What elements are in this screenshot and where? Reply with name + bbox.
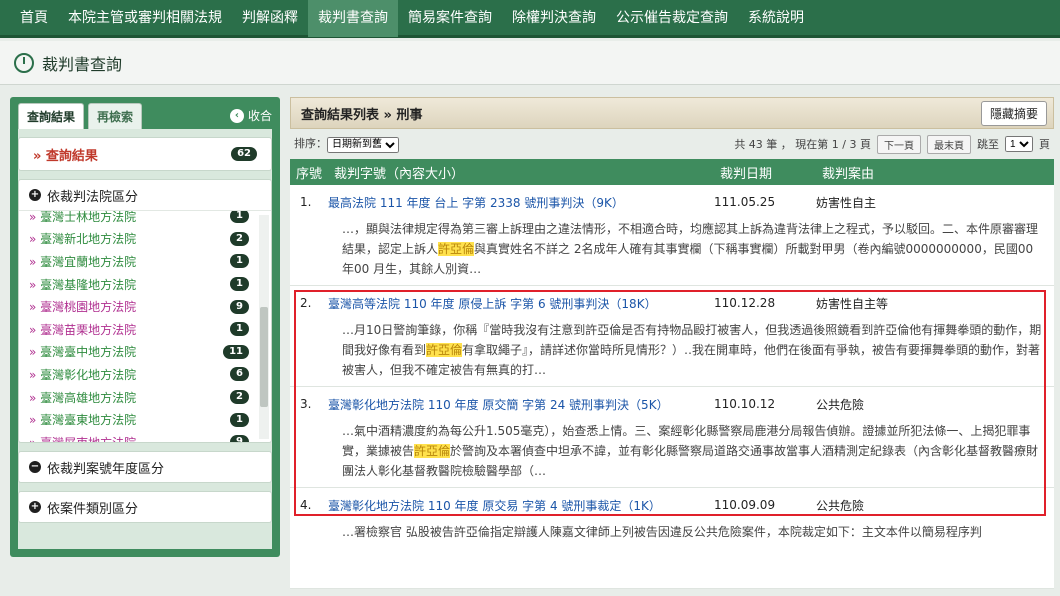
count-badge: 9 xyxy=(230,299,249,314)
nav-item[interactable]: 裁判書查詢 xyxy=(308,0,398,37)
count-badge: 1 xyxy=(230,412,249,427)
tab-results[interactable]: 查詢結果 xyxy=(18,103,85,129)
table-row: 2. 臺灣高等法院 110 年度 原侵上訴 字第 6 號刑事判決（18K） 110.… xyxy=(290,286,1054,387)
court-item[interactable]: 臺灣新北地方法院2 xyxy=(29,228,249,251)
judgment-link[interactable]: 臺灣彰化地方法院 110 年度 原交易 字第 4 號刑事裁定（1K） xyxy=(328,497,714,514)
court-list: 臺灣士林地方法院1臺灣新北地方法院2臺灣宜蘭地方法院1臺灣基隆地方法院1臺灣桃園… xyxy=(19,210,271,442)
sort-select[interactable]: 日期新到舊 xyxy=(327,136,399,153)
minus-icon: − xyxy=(29,461,41,473)
nav-item[interactable]: 簡易案件查詢 xyxy=(398,0,502,37)
next-page-button[interactable]: 下一頁 xyxy=(877,134,921,154)
nav-item[interactable]: 首頁 xyxy=(10,0,58,37)
query-results-link[interactable]: » 查詢結果 62 xyxy=(18,137,272,171)
scrollbar[interactable] xyxy=(259,215,269,439)
page-select[interactable]: 1 xyxy=(1005,136,1033,152)
summary-snippet: …月10日警詢筆錄，你稱『當時我沒有注意到許亞倫是否有持物品毆打被害人，但我透過… xyxy=(342,323,1042,377)
summary-snippet: …署檢察官 弘股被告許亞倫指定辯護人陳嘉文律師上列被告因違反公共危險案件，本院裁… xyxy=(342,525,982,539)
court-item[interactable]: 臺灣臺東地方法院1 xyxy=(29,408,249,431)
results-table: 序號 裁判字號（內容大小） 裁判日期 裁判案由 xyxy=(290,159,1054,185)
court-item[interactable]: 臺灣臺中地方法院11 xyxy=(29,341,249,364)
court-item[interactable]: 臺灣基隆地方法院1 xyxy=(29,273,249,296)
nav-item[interactable]: 除權判決查詢 xyxy=(502,0,606,37)
plus-icon: + xyxy=(29,189,41,201)
summary-snippet: …，顯與法律規定得為第三審上訴理由之違法情形，不相適合時，均應認其上訴為違背法律… xyxy=(342,222,1039,276)
page-title: 裁判書查詢 xyxy=(42,54,123,74)
records-list: 1. 最高法院 111 年度 台上 字第 2338 號刑事判決（9K） 111.05… xyxy=(290,185,1054,589)
nav-item[interactable]: 系統說明 xyxy=(738,0,814,37)
court-item[interactable]: 臺灣屏東地方法院9 xyxy=(29,431,249,442)
table-row: 1. 最高法院 111 年度 台上 字第 2338 號刑事判決（9K） 111.05… xyxy=(290,185,1054,286)
court-item[interactable]: 臺灣彰化地方法院6 xyxy=(29,363,249,386)
count-badge: 9 xyxy=(230,435,249,442)
court-item[interactable]: 臺灣高雄地方法院2 xyxy=(29,386,249,409)
clock-icon xyxy=(14,52,34,73)
year-group: − 依裁判案號年度區分 xyxy=(18,451,272,483)
nav-item[interactable]: 本院主管或審判相關法規 xyxy=(58,0,232,37)
type-group-header[interactable]: + 依案件類別區分 xyxy=(19,492,271,522)
count-badge: 11 xyxy=(223,344,249,359)
plus-icon: + xyxy=(29,501,41,513)
status-text: 共 43 筆 ， 現在第 1 / 3 頁 xyxy=(734,138,871,151)
count-badge: 1 xyxy=(230,211,249,224)
nav-item[interactable]: 公示催告裁定查詢 xyxy=(606,0,738,37)
count-badge: 1 xyxy=(230,322,249,337)
controls: 排序： 日期新到舊 共 43 筆 ， 現在第 1 / 3 頁 下一頁 最末頁 跳至… xyxy=(290,129,1054,159)
nav-item[interactable]: 判解函釋 xyxy=(232,0,308,37)
judgment-link[interactable]: 臺灣彰化地方法院 110 年度 原交簡 字第 24 號刑事判決（5K） xyxy=(328,396,714,413)
judgment-link[interactable]: 最高法院 111 年度 台上 字第 2338 號刑事判決（9K） xyxy=(328,194,714,211)
results-count-badge: 62 xyxy=(231,147,257,161)
count-badge: 1 xyxy=(230,277,249,292)
count-badge: 2 xyxy=(230,231,249,246)
count-badge: 6 xyxy=(230,367,249,382)
last-page-button[interactable]: 最末頁 xyxy=(927,134,971,154)
judgment-link[interactable]: 臺灣高等法院 110 年度 原侵上訴 字第 6 號刑事判決（18K） xyxy=(328,295,714,312)
summary-snippet: …氣中酒精濃度約為每公升1.505毫克），始查悉上情。三、案經彰化縣警察局鹿港分… xyxy=(342,424,1039,478)
chevron-left-icon: ‹ xyxy=(229,108,244,123)
left-panel: 查詢結果 再檢索 ‹ 收合 » 查詢結果 62 +依裁判法院區分 臺灣士林地方法… xyxy=(10,97,280,557)
table-row: 3. 臺灣彰化地方法院 110 年度 原交簡 字第 24 號刑事判決（5K） 110… xyxy=(290,387,1054,488)
court-item[interactable]: 臺灣桃園地方法院9 xyxy=(29,295,249,318)
court-group-header[interactable]: + 依裁判法院區分 xyxy=(19,180,271,210)
tab-research[interactable]: 再檢索 xyxy=(88,103,143,129)
court-item[interactable]: 臺灣士林地方法院1 xyxy=(29,211,249,228)
results-bar: 查詢結果列表 » 刑事 隱藏摘要 xyxy=(290,97,1054,129)
page-header: 裁判書查詢 xyxy=(0,41,1060,85)
court-item[interactable]: 臺灣苗栗地方法院1 xyxy=(29,318,249,341)
court-group: +依裁判法院區分 臺灣士林地方法院1臺灣新北地方法院2臺灣宜蘭地方法院1臺灣基隆… xyxy=(18,179,272,443)
count-badge: 2 xyxy=(230,390,249,405)
collapse-button[interactable]: ‹ 收合 xyxy=(229,107,272,124)
count-badge: 1 xyxy=(230,254,249,269)
type-group: + 依案件類別區分 xyxy=(18,491,272,523)
hide-summary-button[interactable]: 隱藏摘要 xyxy=(980,100,1047,126)
top-nav: 首頁 本院主管或審判相關法規 判解函釋 裁判書查詢 簡易案件查詢 除權判決查詢 公示催告裁定… xyxy=(0,0,1060,38)
court-item[interactable]: 臺灣宜蘭地方法院1 xyxy=(29,250,249,273)
table-row: 4. 臺灣彰化地方法院 110 年度 原交易 字第 4 號刑事裁定（1K） 110.… xyxy=(290,488,1054,589)
results-title: 查詢結果列表 » 刑事 xyxy=(301,107,423,123)
main-panel: 查詢結果列表 » 刑事 隱藏摘要 排序： 日期新到舊 共 43 筆 ， 現在第 1… xyxy=(290,97,1054,596)
year-group-header[interactable]: − 依裁判案號年度區分 xyxy=(19,452,271,482)
